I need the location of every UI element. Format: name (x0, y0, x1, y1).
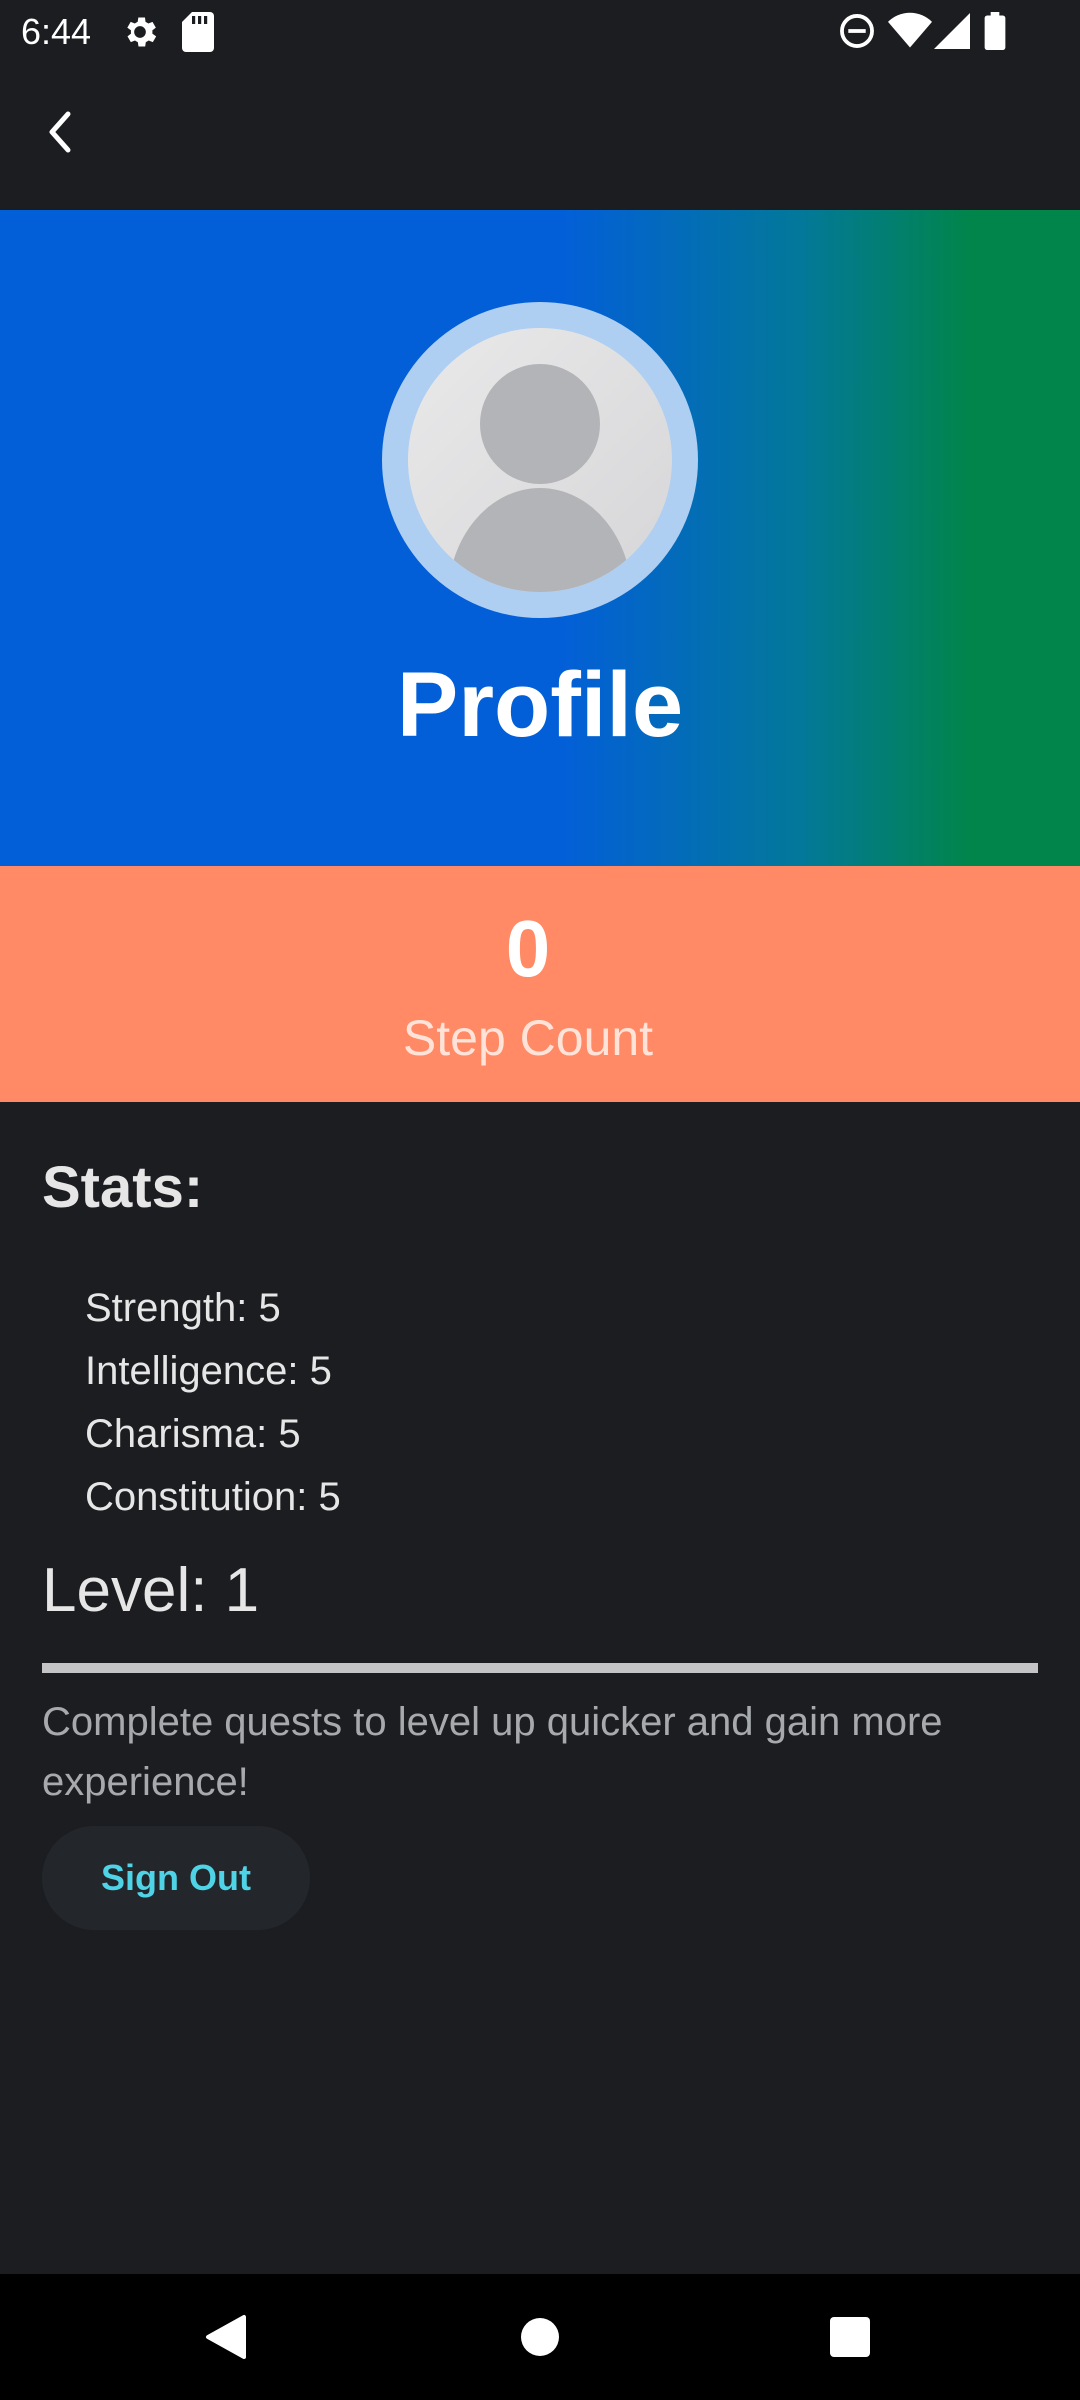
home-circle-icon (521, 2318, 559, 2356)
step-count-label: Step Count (402, 1010, 654, 1066)
nav-back-button[interactable] (146, 2274, 306, 2400)
back-triangle-icon (206, 2315, 246, 2359)
recents-square-icon (830, 2317, 870, 2357)
app-bar (0, 64, 1080, 210)
stat-strength: Strength: 5 (85, 1286, 281, 1330)
step-count-panel: 0 Step Count (0, 866, 1080, 1102)
stat-intelligence: Intelligence: 5 (85, 1349, 332, 1393)
step-count-value: 0 (505, 904, 551, 993)
stats-list: Strength: 5 Intelligence: 5 Charisma: 5 … (85, 1277, 341, 1529)
stats-heading: Stats: (42, 1155, 204, 1220)
settings-icon (127, 17, 157, 47)
status-time: 6:44 (21, 11, 92, 52)
signal-icon (934, 13, 970, 49)
chevron-left-icon (49, 111, 71, 153)
sign-out-button[interactable]: Sign Out (42, 1826, 310, 1930)
battery-icon (984, 12, 1006, 50)
avatar (382, 302, 698, 618)
system-nav-bar (0, 2274, 1080, 2400)
sd-card-icon (182, 12, 214, 52)
avatar-image (408, 328, 672, 592)
status-bar: 6:44 (0, 0, 1080, 64)
page-title: Profile (396, 654, 684, 756)
person-placeholder-icon (448, 364, 632, 592)
level-hint: Complete quests to level up quicker and … (42, 1700, 943, 1804)
wifi-icon (888, 12, 932, 48)
profile-header: Profile (0, 210, 1080, 866)
nav-home-button[interactable] (460, 2274, 620, 2400)
nav-recents-button[interactable] (770, 2274, 930, 2400)
stat-charisma: Charisma: 5 (85, 1412, 301, 1456)
level-label: Level: 1 (42, 1556, 260, 1625)
level-progress-fill (42, 1663, 1038, 1673)
level-progress-bar (42, 1663, 1038, 1673)
do-not-disturb-icon (840, 14, 874, 48)
back-button[interactable] (30, 102, 90, 162)
stat-constitution: Constitution: 5 (85, 1475, 341, 1519)
